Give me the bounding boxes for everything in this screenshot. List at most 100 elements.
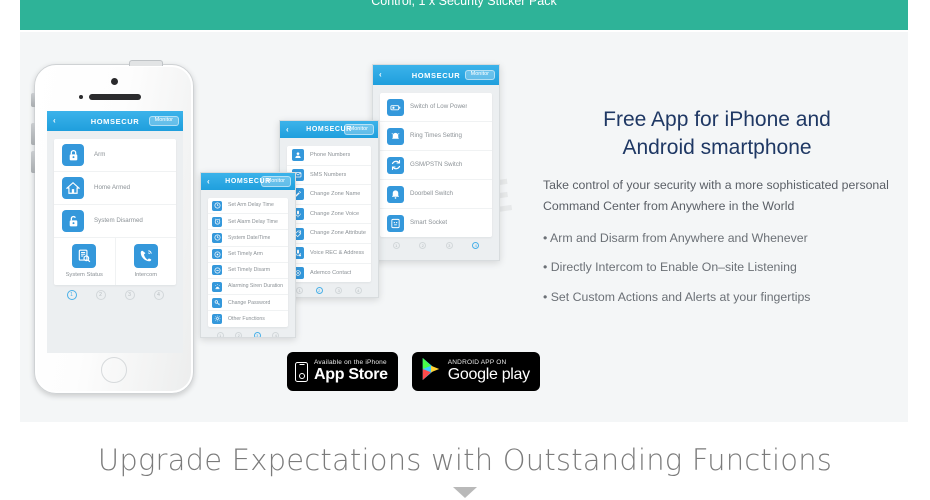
google-play-triangle-icon — [420, 357, 442, 386]
page-indicator[interactable]: 1 2 3 4 — [373, 237, 499, 249]
battery-icon — [387, 98, 404, 116]
list-item-label: System Date/Time — [228, 234, 271, 241]
timer-icon — [212, 249, 222, 260]
list-item[interactable]: Change Zone Name — [287, 185, 371, 205]
list-item[interactable]: Ring Times Setting — [380, 122, 492, 151]
page-dot[interactable]: 4 — [153, 289, 164, 300]
list-item-label: Change Password — [228, 299, 271, 306]
list-item-label: Set Timely Disarm — [228, 267, 271, 274]
page-dot[interactable]: 4 — [354, 287, 362, 295]
iphone-mockup: ‹ HOMSECUR Monitor Arm Home Armed System… — [31, 60, 195, 395]
app-screen-settings: ‹ HOMSECUR Monitor Set Arm Delay Time Se… — [200, 172, 296, 338]
page-dot[interactable]: 2 — [235, 331, 243, 337]
monitor-button[interactable]: Monitor — [260, 176, 291, 187]
page-dot[interactable]: 3 — [253, 331, 261, 337]
list-item[interactable]: SMS Numbers — [287, 166, 371, 186]
page-dot[interactable]: 3 — [445, 242, 453, 249]
list-item-label: Arm — [94, 151, 106, 159]
phone-volume-down-button — [31, 151, 35, 173]
front-camera-icon — [111, 78, 118, 85]
menu-card: Arm Home Armed System Disarmed System St… — [54, 139, 176, 285]
list-item[interactable]: Arm — [54, 139, 176, 172]
feature-copy: Free App for iPhone and Android smartpho… — [543, 106, 891, 317]
page-dot[interactable]: 3 — [335, 287, 343, 295]
list-item[interactable]: Alarming Siren Duration — [208, 279, 288, 296]
list-item[interactable]: Home Armed — [54, 172, 176, 205]
grid-item-intercom[interactable]: Intercom — [114, 238, 177, 285]
list-item[interactable]: Set Arm Delay Time — [208, 198, 288, 215]
feature-heading-line1: Free App for iPhone and — [603, 108, 831, 131]
list-item[interactable]: GSM/PSTN Switch — [380, 151, 492, 180]
list-item[interactable]: Smart Socket — [380, 209, 492, 237]
alarm-icon — [212, 216, 222, 227]
list-item[interactable]: Change Zone Attribute — [287, 224, 371, 244]
monitor-button[interactable]: Monitor — [343, 124, 374, 135]
list-item[interactable]: Ademco Contact — [287, 264, 371, 283]
home-button[interactable] — [101, 357, 127, 383]
calendar-icon — [212, 232, 222, 243]
promo-banner-text: Control, 1 x Security Sticker Pack — [371, 0, 557, 8]
page-dot[interactable]: 4 — [272, 331, 280, 337]
menu-card: Phone Numbers SMS Numbers Change Zone Na… — [287, 146, 371, 283]
monitor-button[interactable]: Monitor — [464, 69, 495, 81]
page-indicator[interactable]: 1 2 3 4 — [47, 285, 183, 300]
socket-icon — [387, 214, 404, 232]
list-item-label: Smart Socket — [410, 219, 448, 227]
page-dot[interactable]: 2 — [419, 242, 427, 249]
list-item-label: System Disarmed — [94, 217, 143, 225]
list-item[interactable]: Change Zone Voice — [287, 205, 371, 225]
list-item-label: Ring Times Setting — [410, 132, 462, 140]
list-item[interactable]: Set Timely Disarm — [208, 263, 288, 279]
list-item-label: Other Functions — [228, 315, 265, 322]
list-item-label: Home Armed — [94, 184, 131, 192]
list-item-grid: System Status Intercom — [54, 238, 176, 285]
page-dot[interactable]: 2 — [95, 289, 106, 300]
list-item[interactable]: Phone Numbers — [287, 146, 371, 166]
page-dot[interactable]: 1 — [392, 242, 400, 249]
page-dot[interactable]: 1 — [296, 287, 304, 295]
scroll-down-caret-icon — [453, 487, 477, 498]
list-item[interactable]: Other Functions — [208, 311, 288, 326]
monitor-button[interactable]: Monitor — [148, 115, 179, 127]
home-icon — [62, 177, 84, 199]
google-play-badge-text: ANDROID APP ON Google play — [448, 359, 530, 384]
page-indicator[interactable]: 1 2 3 4 — [201, 327, 295, 337]
page-dot[interactable]: 4 — [472, 242, 480, 249]
app-screen-devices: ‹ HOMSECUR Monitor Switch of Low Power R… — [372, 64, 500, 261]
phone-screen: ‹ HOMSECUR Monitor Arm Home Armed System… — [47, 111, 183, 353]
page-dot[interactable]: 2 — [315, 287, 323, 295]
contact-icon — [292, 149, 304, 162]
list-item[interactable]: System Disarmed — [54, 205, 176, 238]
list-item[interactable]: Set Timely Arm — [208, 247, 288, 263]
siren-icon — [212, 281, 222, 292]
list-item-label: Change Zone Name — [310, 191, 361, 198]
feature-bullet: • Set Custom Actions and Alerts at your … — [543, 289, 811, 304]
refresh-icon — [387, 156, 404, 174]
grid-item-label: System Status — [65, 272, 103, 278]
page-dot[interactable]: 1 — [66, 289, 77, 300]
app-navbar: ‹ HOMSECUR Monitor — [47, 111, 183, 131]
list-item[interactable]: Doorbell Switch — [380, 180, 492, 209]
grid-item-system-status[interactable]: System Status — [54, 238, 115, 285]
page-dot[interactable]: 3 — [124, 289, 135, 300]
list-item[interactable]: Switch of Low Power — [380, 93, 492, 122]
list-item-label: Set Arm Delay Time — [228, 202, 274, 209]
app-store-badge-title: App Store — [314, 365, 388, 383]
app-store-badge[interactable]: Available on the iPhone App Store — [287, 352, 398, 391]
list-item-label: GSM/PSTN Switch — [410, 161, 463, 169]
list-item-label: Change Zone Attribute — [310, 230, 366, 237]
list-item[interactable]: Change Password — [208, 295, 288, 312]
list-item-label: Switch of Low Power — [410, 103, 468, 111]
promo-banner: Control, 1 x Security Sticker Pack — [20, 0, 908, 30]
page-dot[interactable]: 1 — [216, 331, 224, 337]
feature-heading: Free App for iPhone and Android smartpho… — [543, 106, 891, 163]
gear-icon — [212, 313, 222, 324]
list-item-label: Set Timely Arm — [228, 251, 263, 258]
list-item-label: SMS Numbers — [310, 171, 347, 178]
list-item[interactable]: Voice REC & Address — [287, 244, 371, 264]
phone-mute-switch — [31, 93, 35, 107]
list-item[interactable]: System Date/Time — [208, 230, 288, 247]
google-play-badge[interactable]: ANDROID APP ON Google play — [411, 352, 540, 391]
list-item[interactable]: Set Alarm Delay Time — [208, 214, 288, 231]
menu-card: Switch of Low Power Ring Times Setting G… — [380, 93, 492, 237]
